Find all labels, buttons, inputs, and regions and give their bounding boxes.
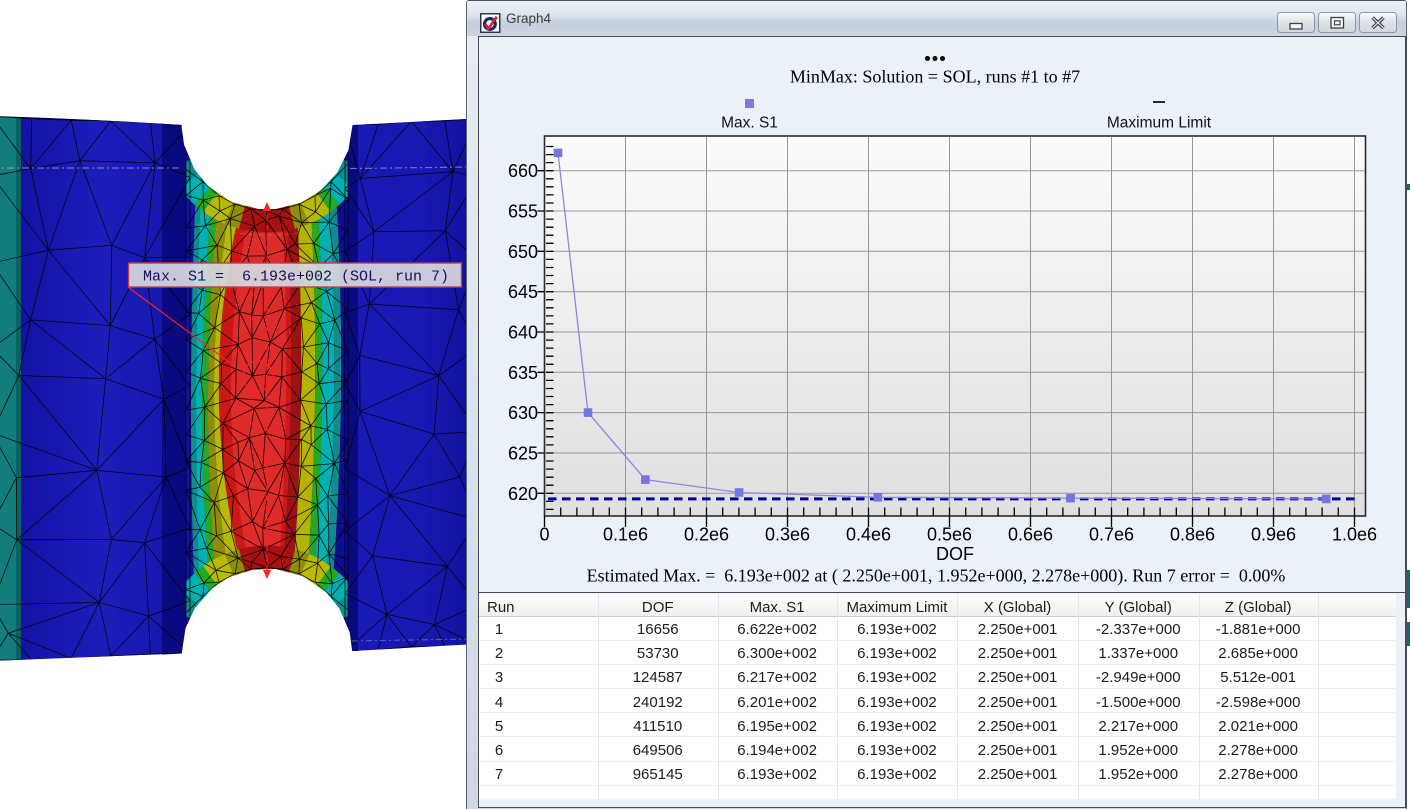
svg-text:0.3e6: 0.3e6 [765,525,810,545]
svg-text:0.1e6: 0.1e6 [603,525,648,545]
svg-text:0.4e6: 0.4e6 [846,525,891,545]
svg-text:655: 655 [508,202,538,222]
svg-text:0.9e6: 0.9e6 [1251,525,1296,545]
svg-text:0.8e6: 0.8e6 [1170,525,1215,545]
svg-text:1.0e6: 1.0e6 [1332,525,1377,545]
svg-text:635: 635 [508,363,538,383]
svg-text:Max. S1 = 6.193e+002 (SOL, ru: Max. S1 = 6.193e+002 (SOL, run 7) [143,269,449,286]
svg-text:0: 0 [539,525,549,545]
svg-text:Estimated Max. = 6.193e+002 a: Estimated Max. = 6.193e+002 at ( 2.250e+… [587,566,1286,587]
svg-text:0.6e6: 0.6e6 [1008,525,1053,545]
svg-text:Maximum Limit: Maximum Limit [1107,115,1212,132]
svg-text:630: 630 [508,403,538,423]
svg-text:625: 625 [508,444,538,464]
svg-text:660: 660 [508,161,538,181]
svg-text:DOF: DOF [936,544,974,564]
svg-text:MinMax: Solution = SOL, runs #: MinMax: Solution = SOL, runs #1 to #7 [790,67,1080,87]
svg-text:620: 620 [508,484,538,504]
svg-text:0.2e6: 0.2e6 [684,525,729,545]
svg-text:Max. S1: Max. S1 [721,115,778,132]
svg-text:0.5e6: 0.5e6 [927,525,972,545]
svg-text:0.7e6: 0.7e6 [1089,525,1134,545]
svg-text:640: 640 [508,323,538,343]
svg-text:650: 650 [508,242,538,262]
svg-text:645: 645 [508,282,538,302]
